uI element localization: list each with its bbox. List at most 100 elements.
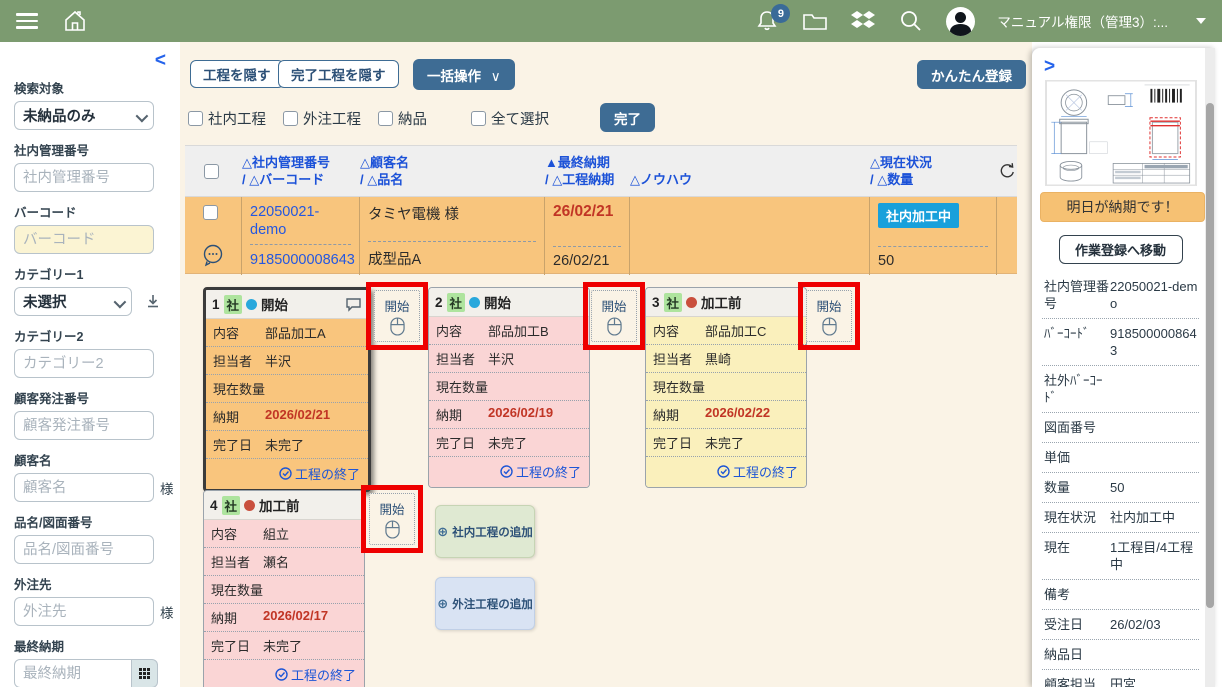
comment-bubble-icon[interactable] (201, 243, 225, 267)
final-due-from-input[interactable] (14, 659, 132, 687)
chevron-down-icon: ∨ (491, 69, 501, 84)
delivery-checkbox-label: 納品 (398, 108, 427, 129)
process-card-1[interactable]: 1 社 開始 内容部品加工A 担当者半沢 現在数量 納期2026/02/21 完… (203, 287, 371, 492)
card-content: 組立 (263, 524, 289, 543)
category1-select[interactable]: 未選択 (14, 287, 132, 316)
select-all-checkbox[interactable] (471, 111, 486, 126)
sidebar-collapse-icon[interactable]: < (155, 50, 166, 72)
search-target-select[interactable]: 未納品のみ (14, 101, 154, 130)
start-drop-button-1[interactable]: 開始 (374, 290, 420, 342)
hide-process-button[interactable]: 工程を隠す (190, 60, 284, 88)
customer-name-input[interactable] (14, 473, 154, 502)
subcontractor-suffix: 様 (160, 602, 174, 622)
panel-scrollbar-thumb[interactable] (1206, 103, 1214, 608)
mouse-icon (390, 317, 405, 336)
card-due: 2026/02/19 (488, 405, 553, 424)
search-icon[interactable] (898, 8, 924, 34)
panel-scrollbar[interactable] (1205, 48, 1215, 687)
bulk-action-dropdown[interactable]: 一括操作 ∨ (413, 59, 515, 90)
row-select-checkbox[interactable] (203, 205, 218, 220)
start-drop-button-2[interactable]: 開始 (591, 290, 637, 342)
row-knowhow-empty (630, 197, 870, 275)
internal-process-checkbox[interactable] (188, 111, 203, 126)
start-drop-button-3[interactable]: 開始 (806, 290, 852, 342)
detail-row: 数量50 (1042, 473, 1199, 503)
card-due: 2026/02/22 (705, 405, 770, 424)
product-drawing-input[interactable] (14, 535, 154, 564)
customer-order-no-input[interactable] (14, 411, 154, 440)
process-type-badge: 社 (447, 293, 466, 312)
home-icon[interactable] (62, 8, 88, 34)
order-table: △社内管理番号/ △バーコード △顧客名/ △品名 ▲最終納期/ △工程納期 △… (185, 145, 1017, 274)
detail-row: 社外ﾊﾞｰｺｰﾄﾞ (1042, 366, 1199, 413)
hide-completed-process-button[interactable]: 完了工程を隠す (278, 60, 399, 88)
dropbox-icon[interactable] (850, 8, 876, 34)
card-completed: 未完了 (488, 433, 527, 452)
user-avatar[interactable] (946, 7, 975, 36)
end-process-link[interactable]: 工程の終了 (204, 660, 364, 687)
process-number: 4 (210, 498, 218, 513)
barcode-link[interactable]: 9185000008643 (250, 252, 355, 268)
category2-input[interactable] (14, 349, 154, 378)
external-process-checkbox-label: 外注工程 (303, 108, 361, 129)
row-product: 成型品A (368, 241, 536, 269)
end-process-link[interactable]: 工程の終了 (646, 457, 806, 487)
detail-row: 備考 (1042, 580, 1199, 610)
goto-work-registration-button[interactable]: 作業登録へ移動 (1059, 235, 1183, 264)
card-person: 黒崎 (705, 349, 731, 368)
mouse-icon (385, 520, 400, 539)
header-status[interactable]: △現在状況/ △数量 (870, 146, 997, 196)
process-number: 3 (652, 295, 660, 310)
easy-register-button[interactable]: かんたん登録 (917, 60, 1026, 89)
app-window: 9 マニュアル権限（管理3）:... (0, 0, 1222, 687)
panel-expand-icon[interactable]: > (1044, 56, 1055, 78)
customer-name-suffix: 様 (160, 478, 174, 498)
detail-row: 社内管理番号22050021-demo (1042, 272, 1199, 319)
barcode-input[interactable] (14, 225, 154, 254)
start-drop-button-4[interactable]: 開始 (369, 493, 415, 545)
internal-number-input[interactable] (14, 163, 154, 192)
process-status: 開始 (261, 294, 288, 314)
refresh-icon[interactable] (997, 146, 1017, 196)
add-internal-process-button[interactable]: ⊕ 社内工程の追加 (435, 505, 535, 558)
external-process-checkbox[interactable] (283, 111, 298, 126)
complete-button[interactable]: 完了 (600, 103, 655, 132)
header-customer[interactable]: △顧客名/ △品名 (360, 146, 545, 196)
start-annotation-box-3: 開始 (798, 282, 860, 350)
menu-icon[interactable] (14, 8, 40, 34)
download-arrow-icon[interactable] (146, 294, 160, 309)
end-process-link[interactable]: 工程の終了 (206, 459, 368, 489)
notifications-bell-icon[interactable]: 9 (754, 8, 780, 34)
detail-row: 図面番号 (1042, 413, 1199, 443)
process-card-2[interactable]: 2 社 開始 内容部品加工B 担当者半沢 現在数量 納期2026/02/19 完… (428, 287, 590, 488)
subcontractor-input[interactable] (14, 597, 154, 626)
delivery-checkbox[interactable] (378, 111, 393, 126)
drawing-thumbnail[interactable] (1045, 80, 1197, 186)
calendar-picker-icon[interactable] (132, 659, 158, 687)
header-select-checkbox[interactable] (204, 164, 219, 179)
header-final-due[interactable]: ▲最終納期/ △工程納期 (545, 146, 630, 196)
order-table-header: △社内管理番号/ △バーコード △顧客名/ △品名 ▲最終納期/ △工程納期 △… (185, 145, 1017, 197)
process-type-badge: 社 (222, 496, 241, 515)
process-card-4[interactable]: 4 社 加工前 内容組立 担当者瀬名 現在数量 納期2026/02/17 完了日… (203, 490, 365, 687)
account-menu-caret-icon[interactable] (1196, 18, 1206, 24)
add-external-process-button[interactable]: ⊕ 外注工程の追加 (435, 577, 535, 630)
folder-icon[interactable] (802, 8, 828, 34)
process-number: 2 (435, 295, 443, 310)
management-no-link[interactable]: 22050021-demo (250, 204, 319, 238)
start-annotation-box-4: 開始 (361, 485, 423, 553)
process-board-main: 工程を隠す 完了工程を隠す 一括操作 ∨ かんたん登録 社内工程 外注工程 納品… (180, 42, 1032, 687)
order-table-row[interactable]: 22050021-demo 9185000008643 タミヤ電機 様 成型品A… (185, 197, 1017, 274)
end-process-link[interactable]: 工程の終了 (429, 457, 589, 487)
final-due-label: 最終納期 (14, 636, 166, 655)
due-tomorrow-banner: 明日が納期です！ (1040, 192, 1205, 222)
search-target-label: 検索対象 (14, 78, 166, 97)
card-comment-bubble-icon[interactable] (345, 297, 362, 312)
process-card-3[interactable]: 3 社 加工前 内容部品加工C 担当者黒崎 現在数量 納期2026/02/22 … (645, 287, 807, 488)
header-knowhow[interactable]: △ノウハウ (630, 146, 870, 196)
internal-process-checkbox-label: 社内工程 (208, 108, 266, 129)
search-filter-sidebar: < 検索対象 未納品のみ 社内管理番号 バーコード カテゴリー1 未選択 カテゴ… (0, 42, 180, 687)
status-dot-icon (469, 297, 480, 308)
header-management-no[interactable]: △社内管理番号/ △バーコード (242, 146, 360, 196)
card-content: 部品加工A (265, 323, 326, 342)
